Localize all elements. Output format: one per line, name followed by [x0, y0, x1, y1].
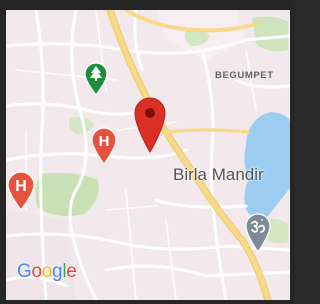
- hospital-marker[interactable]: H: [7, 171, 35, 211]
- logo-letter: o: [41, 261, 53, 282]
- logo-letter: o: [31, 261, 42, 282]
- hospital-marker[interactable]: H: [91, 127, 117, 165]
- map-base-layer: [6, 10, 290, 300]
- map-frame: BEGUMPET Birla Mandir H H Google: [0, 0, 295, 304]
- place-of-worship-marker[interactable]: [245, 213, 271, 253]
- place-label: Birla Mandir: [173, 165, 264, 184]
- logo-letter: G: [17, 261, 32, 282]
- logo-letter: g: [52, 261, 63, 282]
- google-logo: Google: [17, 261, 77, 283]
- map-view[interactable]: BEGUMPET Birla Mandir H H Google: [6, 10, 290, 300]
- neighborhood-label: BEGUMPET: [215, 70, 274, 81]
- pin-icon: [145, 108, 155, 118]
- hospital-letter: H: [99, 133, 110, 150]
- park-marker[interactable]: [84, 62, 108, 96]
- hospital-letter: H: [15, 178, 27, 195]
- selected-location-pin[interactable]: [134, 97, 166, 153]
- logo-letter: e: [66, 261, 77, 282]
